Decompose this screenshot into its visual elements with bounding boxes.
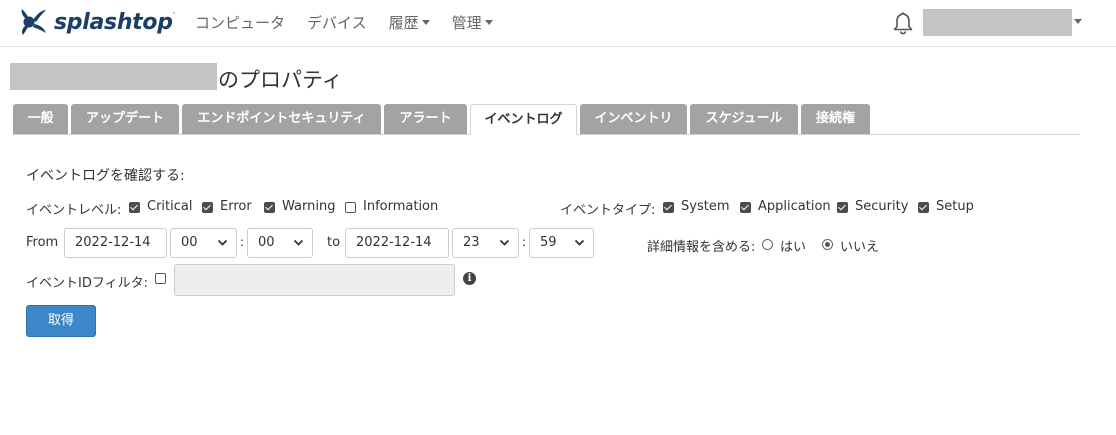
- event-id-filter-checkbox[interactable]: [155, 273, 166, 284]
- tab-inventory[interactable]: インベントリ: [580, 104, 687, 134]
- details-yes-label: はい: [780, 240, 807, 255]
- chevron-down-icon: [574, 239, 585, 246]
- time-separator: :: [522, 235, 527, 249]
- main-nav: コンピュータ デバイス 履歴 管理: [195, 12, 515, 33]
- nav-management[interactable]: 管理: [452, 12, 493, 33]
- nav-computers-label: コンピュータ: [195, 14, 286, 32]
- nav-devices[interactable]: デバイス: [307, 12, 367, 33]
- to-date-value: 2022-12-14: [356, 235, 432, 250]
- warning-label: Warning: [282, 199, 336, 214]
- chevron-down-icon: [293, 239, 304, 246]
- include-details-label: 詳細情報を含める:: [647, 240, 756, 255]
- tab-general[interactable]: 一般: [13, 104, 68, 134]
- application-label: Application: [758, 199, 831, 214]
- tab-access-rights[interactable]: 接続権: [801, 104, 870, 134]
- critical-checkbox[interactable]: [129, 202, 140, 213]
- setup-checkbox[interactable]: [918, 202, 929, 213]
- event-log-heading: イベントログを確認する:: [26, 168, 185, 184]
- error-label: Error: [220, 199, 252, 214]
- security-label: Security: [855, 199, 909, 214]
- nav-history[interactable]: 履歴: [389, 12, 430, 33]
- logo-text: splashtop: [54, 9, 173, 35]
- critical-label: Critical: [147, 199, 193, 214]
- splashtop-logo[interactable]: splashtop ·: [18, 7, 176, 37]
- event-id-filter-label: イベントIDフィルタ:: [26, 276, 148, 291]
- to-hour-select[interactable]: 23: [452, 228, 519, 258]
- from-label: From: [26, 235, 59, 250]
- time-separator: :: [240, 235, 245, 249]
- top-navbar: splashtop · コンピュータ デバイス 履歴 管理: [0, 0, 1116, 47]
- user-name-redacted[interactable]: [923, 9, 1072, 36]
- event-level-label: イベントレベル:: [26, 203, 122, 218]
- tab-update[interactable]: アップデート: [71, 104, 179, 134]
- from-minute-select[interactable]: 00: [247, 228, 313, 258]
- to-minute-select[interactable]: 59: [529, 228, 594, 258]
- event-type-label: イベントタイプ:: [560, 203, 656, 218]
- logo-trademark: ·: [172, 9, 176, 19]
- to-minute-value: 59: [540, 235, 557, 250]
- event-id-input[interactable]: [174, 264, 455, 296]
- to-hour-value: 23: [463, 235, 480, 250]
- security-checkbox[interactable]: [837, 202, 848, 213]
- system-label: System: [681, 199, 730, 214]
- from-hour-value: 00: [181, 235, 198, 250]
- setup-label: Setup: [936, 199, 974, 214]
- information-checkbox[interactable]: [345, 202, 356, 213]
- application-checkbox[interactable]: [740, 202, 751, 213]
- from-date-input[interactable]: 2022-12-14: [64, 228, 167, 258]
- from-hour-select[interactable]: 00: [170, 228, 237, 258]
- chevron-down-icon: [499, 239, 510, 246]
- tab-endpoint-security[interactable]: エンドポイントセキュリティ: [182, 104, 381, 134]
- tab-schedule[interactable]: スケジュール: [690, 104, 798, 134]
- tab-alerts[interactable]: アラート: [384, 104, 467, 134]
- nav-devices-label: デバイス: [307, 14, 367, 32]
- chevron-down-icon: [484, 20, 493, 25]
- error-checkbox[interactable]: [202, 202, 213, 213]
- user-menu-chevron-down-icon[interactable]: [1074, 19, 1082, 24]
- from-date-value: 2022-12-14: [75, 235, 151, 250]
- chevron-down-icon: [217, 239, 228, 246]
- info-icon[interactable]: i: [463, 272, 476, 285]
- from-minute-value: 00: [258, 235, 275, 250]
- details-no-label: いいえ: [840, 240, 880, 255]
- system-checkbox[interactable]: [663, 202, 674, 213]
- splashtop-logo-icon: [21, 9, 46, 35]
- page-title: のプロパティ: [218, 68, 343, 92]
- details-yes-radio[interactable]: [762, 239, 773, 250]
- chevron-down-icon: [421, 20, 430, 25]
- bell-icon[interactable]: [892, 11, 914, 39]
- information-label: Information: [363, 199, 439, 214]
- to-label: to: [327, 235, 341, 250]
- nav-computers[interactable]: コンピュータ: [195, 12, 285, 33]
- to-date-input[interactable]: 2022-12-14: [345, 228, 449, 258]
- computer-name-redacted: [10, 63, 217, 90]
- fetch-button[interactable]: 取得: [26, 305, 96, 337]
- tab-event-log[interactable]: イベントログ: [470, 104, 577, 135]
- details-no-radio[interactable]: [822, 239, 833, 250]
- nav-history-label: 履歴: [388, 14, 419, 32]
- warning-checkbox[interactable]: [264, 202, 275, 213]
- nav-management-label: 管理: [451, 14, 482, 32]
